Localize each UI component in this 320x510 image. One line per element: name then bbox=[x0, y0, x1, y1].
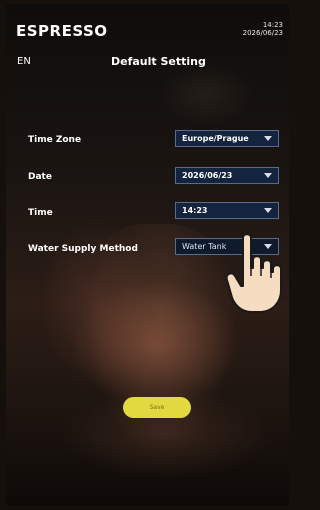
save-button[interactable]: Save bbox=[123, 397, 191, 418]
brand-logo: ESPRESSO bbox=[16, 22, 108, 40]
chevron-down-icon bbox=[264, 173, 272, 178]
language-selector[interactable]: EN bbox=[17, 56, 31, 67]
status-time: 14:23 bbox=[262, 21, 283, 29]
time-label: Time bbox=[28, 208, 53, 218]
page-title: Default Setting bbox=[111, 55, 206, 68]
time-zone-select[interactable]: Europe/Prague bbox=[175, 130, 279, 147]
status-clock: 14:23 2026/06/23 bbox=[243, 21, 283, 37]
date-select[interactable]: 2026/06/23 bbox=[175, 167, 279, 184]
time-zone-value: Europe/Prague bbox=[182, 134, 249, 143]
chevron-down-icon bbox=[264, 136, 272, 141]
time-zone-label: Time Zone bbox=[28, 135, 82, 145]
pointing-hand-icon bbox=[225, 233, 282, 313]
touchscreen-panel: ESPRESSO 14:23 2026/06/23 EN Default Set… bbox=[6, 4, 289, 506]
time-select[interactable]: 14:23 bbox=[175, 202, 279, 219]
time-value: 14:23 bbox=[182, 206, 208, 215]
date-value: 2026/06/23 bbox=[182, 171, 233, 180]
status-date: 2026/06/23 bbox=[242, 29, 283, 37]
chevron-down-icon bbox=[264, 208, 272, 213]
screen-reflection bbox=[86, 224, 236, 454]
date-label: Date bbox=[28, 172, 52, 182]
water-supply-label: Water Supply Method bbox=[28, 244, 138, 254]
water-supply-value: Water Tank bbox=[182, 242, 227, 251]
